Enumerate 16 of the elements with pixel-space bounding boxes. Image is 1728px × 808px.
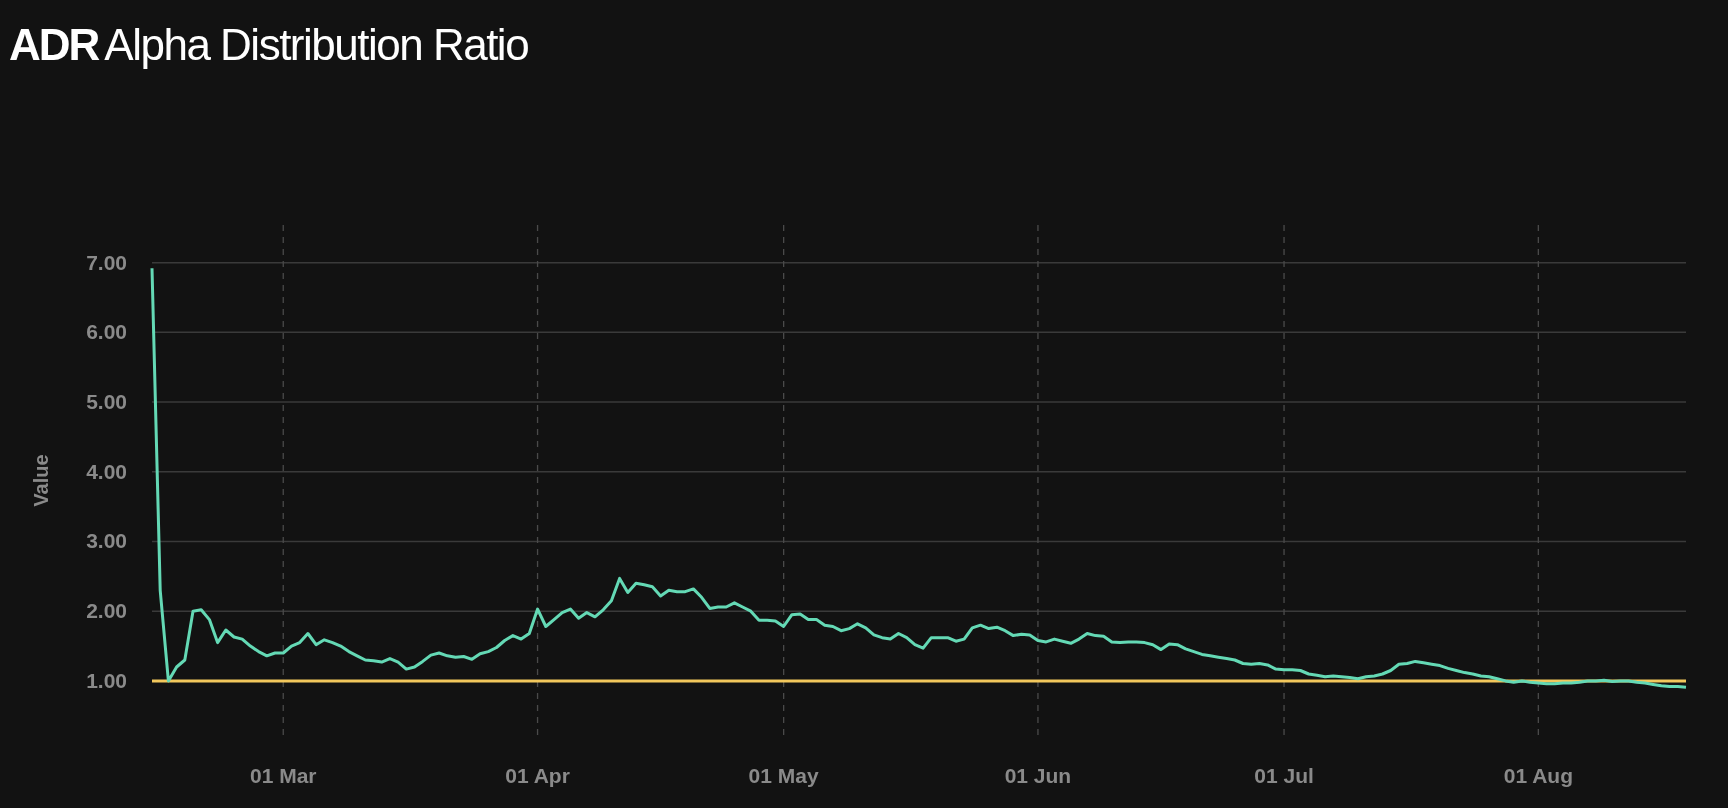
y-axis-title: Value <box>30 454 52 507</box>
x-tick-label: 01 Aug <box>1503 764 1573 787</box>
x-tick-label: 01 Apr <box>505 764 570 787</box>
y-tick-label: 5.00 <box>86 390 127 414</box>
x-tick-label: 01 May <box>748 764 819 787</box>
chart-title: Alpha Distribution Ratio <box>104 20 529 70</box>
y-tick-label: 6.00 <box>86 320 127 344</box>
x-tick-label: 01 Jul <box>1254 764 1314 787</box>
y-tick-label: 7.00 <box>86 250 127 274</box>
x-tick-label: 01 Mar <box>250 764 317 787</box>
y-tick-label: 2.00 <box>86 599 127 623</box>
x-tick-label: 01 Jun <box>1004 764 1072 787</box>
chart-code: ADR <box>9 20 99 70</box>
y-tick-label: 4.00 <box>86 459 127 483</box>
y-tick-label: 1.00 <box>86 668 127 692</box>
y-tick-label: 3.00 <box>86 529 127 553</box>
